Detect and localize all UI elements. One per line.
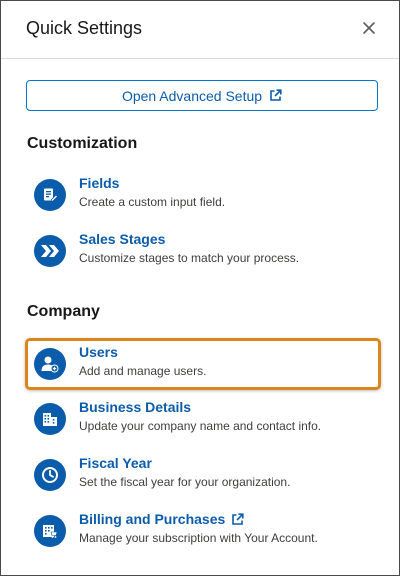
settings-item-title: Fields <box>79 175 120 191</box>
quick-settings-panel: Quick Settings Open Advanced Setup Custo… <box>0 0 400 576</box>
settings-item-title: Business Details <box>79 399 192 415</box>
settings-item-fields[interactable]: Fields Create a custom input field. <box>25 169 381 221</box>
building-icon <box>34 403 66 435</box>
external-link-icon <box>231 512 244 526</box>
settings-item-billing-and-purchases[interactable]: Billing and Purchases Manage your subscr… <box>25 505 381 557</box>
panel-title: Quick Settings <box>26 18 143 38</box>
user-add-icon <box>34 348 66 380</box>
fields-icon <box>34 179 66 211</box>
settings-item-description: Manage your subscription with Your Accou… <box>79 531 318 545</box>
open-advanced-setup-label: Open Advanced Setup <box>121 87 263 104</box>
settings-item-title-text: Billing and Purchases <box>79 511 226 527</box>
panel-header: Quick Settings <box>1 1 399 59</box>
settings-item-description: Create a custom input field. <box>79 195 226 209</box>
close-button[interactable] <box>357 16 381 40</box>
settings-item-description: Customize stages to match your process. <box>79 251 300 265</box>
close-icon <box>363 22 375 34</box>
settings-item-business-details[interactable]: Business Details Update your company nam… <box>25 393 381 445</box>
settings-item-title: Sales Stages <box>79 231 166 247</box>
settings-item-title: Billing and Purchases <box>79 511 244 527</box>
settings-item-description: Set the fiscal year for your organizatio… <box>79 475 291 489</box>
open-advanced-setup-button[interactable]: Open Advanced Setup <box>26 80 378 111</box>
settings-item-description: Add and manage users. <box>79 364 207 378</box>
clock-icon <box>34 459 66 491</box>
section-title-customization: Customization <box>27 135 138 152</box>
external-link-icon <box>269 89 282 102</box>
settings-item-sales-stages[interactable]: Sales Stages Customize stages to match y… <box>25 225 381 277</box>
settings-item-users[interactable]: Users Add and manage users. <box>25 338 381 390</box>
billing-store-icon <box>34 515 66 547</box>
stages-chevron-icon <box>34 235 66 267</box>
settings-item-title: Users <box>79 344 118 360</box>
settings-item-title: Fiscal Year <box>79 455 152 471</box>
section-title-company: Company <box>27 303 100 320</box>
settings-item-description: Update your company name and contact inf… <box>79 419 322 433</box>
settings-item-fiscal-year[interactable]: Fiscal Year Set the fiscal year for your… <box>25 449 381 501</box>
